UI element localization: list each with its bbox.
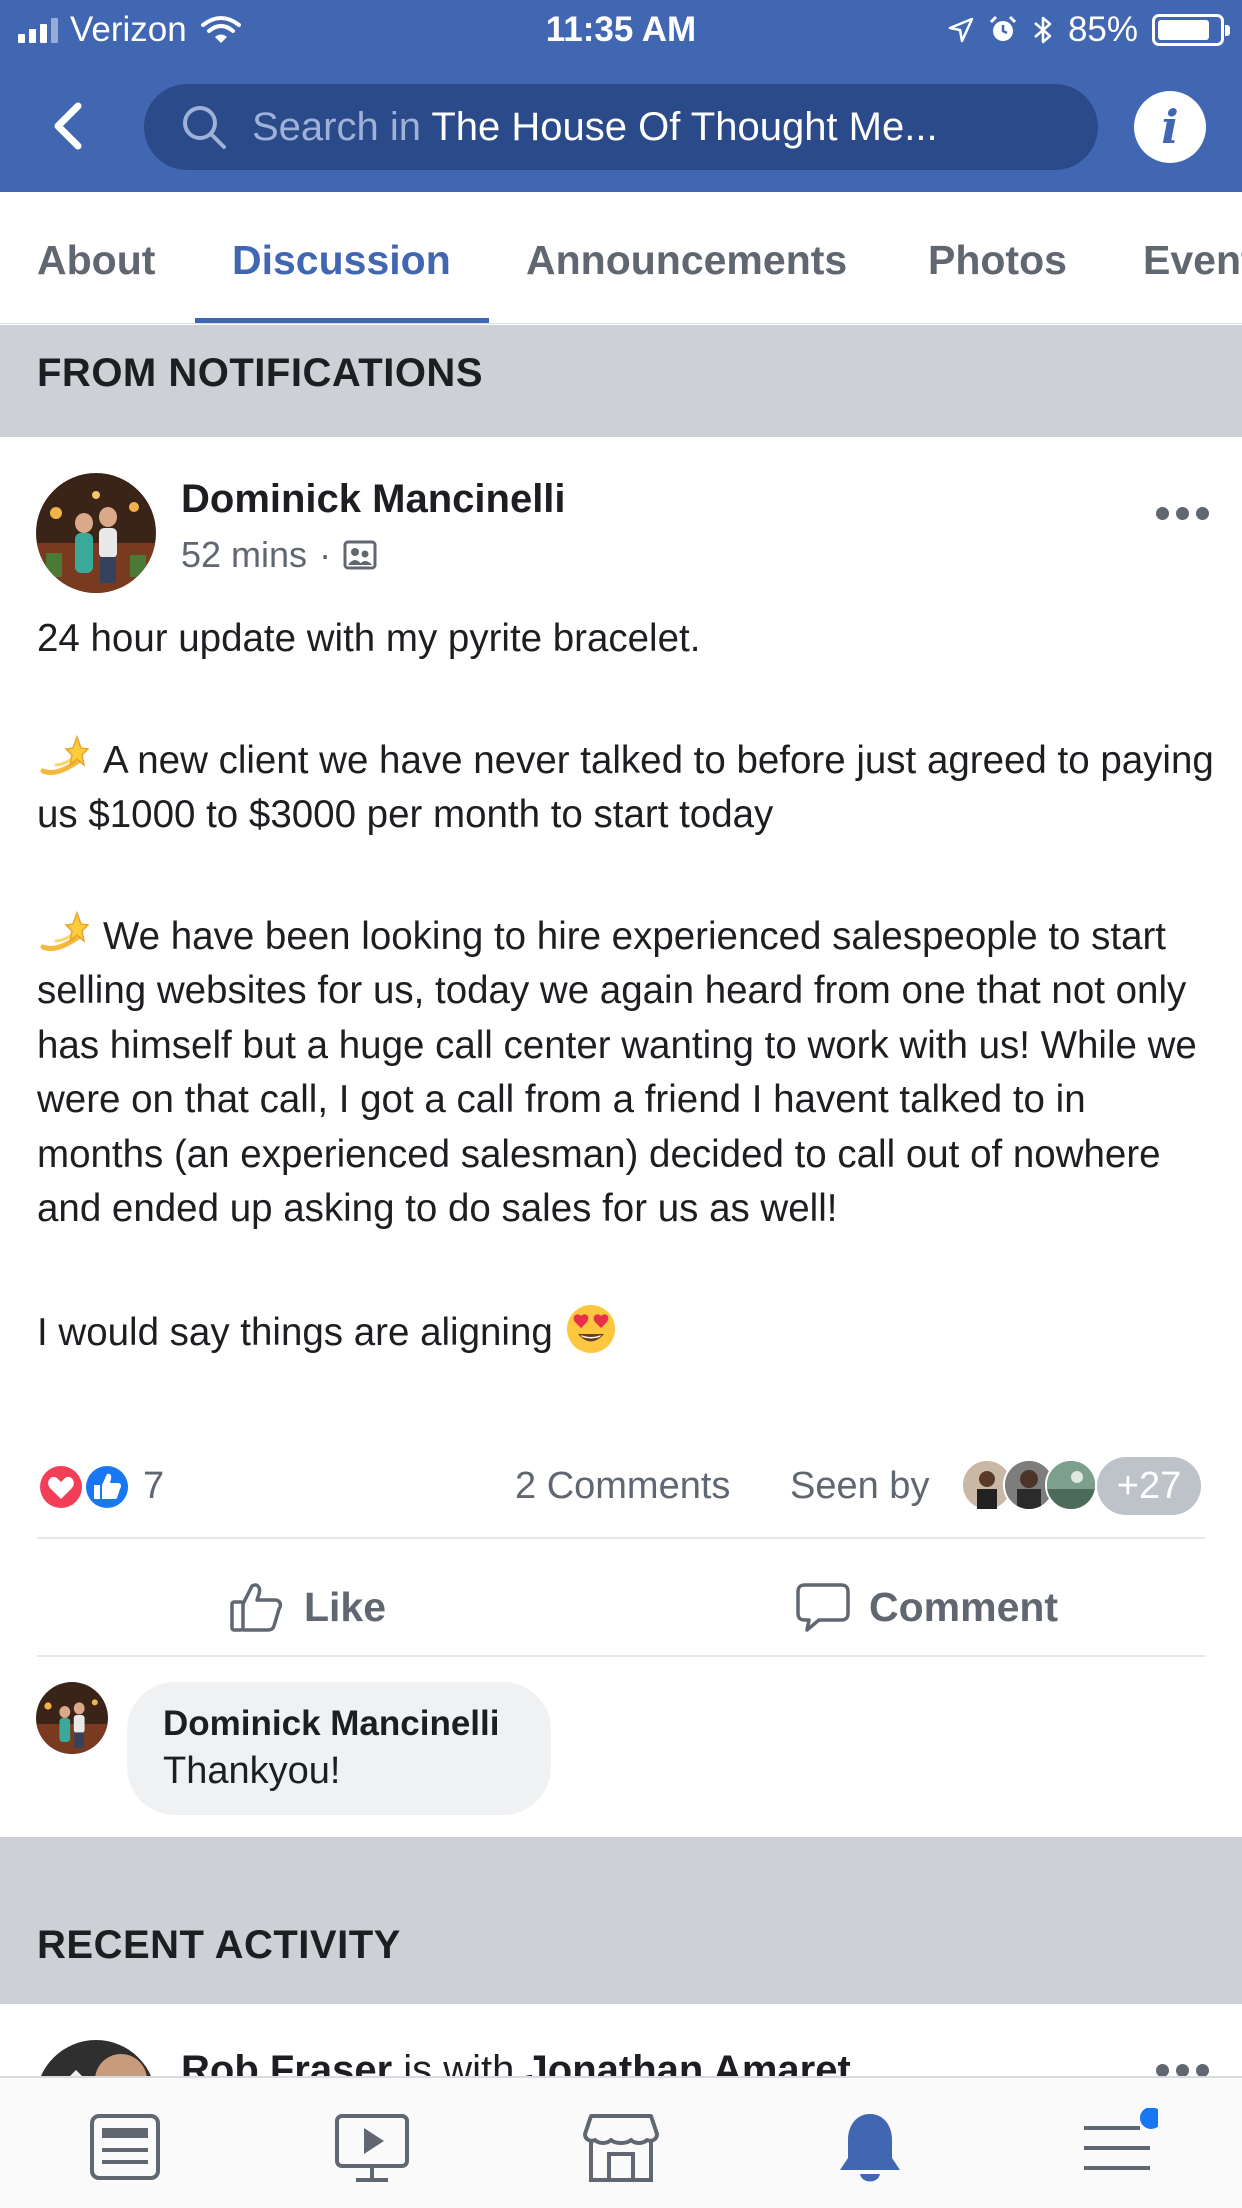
post-time[interactable]: 52 mins	[181, 534, 307, 576]
news-feed-icon	[90, 2114, 160, 2180]
from-notifications-header: FROM NOTIFICATIONS	[0, 325, 1242, 437]
comment-icon	[796, 1583, 850, 1632]
dizzy-star-emoji-icon	[40, 734, 89, 775]
info-button[interactable]: i	[1134, 91, 1206, 163]
avatar[interactable]	[36, 473, 156, 593]
heart-eyes-emoji-icon	[566, 1304, 615, 1353]
seen-by-label[interactable]: Seen by	[790, 1465, 929, 1508]
recent-author[interactable]: Rob Fraser	[181, 2048, 392, 2076]
tab-photos[interactable]: Photos	[928, 192, 1067, 323]
comment-button[interactable]: Comment	[795, 1567, 1058, 1647]
alarm-icon	[989, 15, 1016, 41]
divider	[37, 1655, 1205, 1657]
tab-announcements[interactable]: Announcements	[526, 192, 847, 323]
avatar[interactable]	[36, 2040, 156, 2076]
comment-bubble[interactable]: Dominick Mancinelli Thankyou!	[127, 1682, 551, 1815]
menu-icon	[1084, 2107, 1162, 2170]
search-icon	[183, 106, 226, 149]
bottom-nav	[0, 2076, 1242, 2208]
chevron-left-icon	[54, 102, 82, 150]
recent-post-header: Rob Fraser is with Jonathan Amaret	[181, 2048, 851, 2076]
recent-tagged[interactable]: Jonathan Amaret	[526, 2048, 851, 2076]
post-author[interactable]: Dominick Mancinelli	[181, 477, 566, 522]
nav-marketplace[interactable]	[581, 2108, 661, 2188]
section-title: FROM NOTIFICATIONS	[37, 351, 483, 395]
info-icon: i	[1161, 100, 1179, 154]
post-paragraph-3: We have been looking to hire experienced…	[37, 909, 1217, 1237]
comment-label: Comment	[869, 1583, 1059, 1630]
recent-with-text: is with	[392, 2048, 526, 2076]
post-card: Dominick Mancinelli 52 mins · 24 hour up…	[0, 437, 1242, 1837]
bluetooth-icon	[1034, 16, 1052, 44]
post-text: 24 hour update with my pyrite bracelet. …	[37, 612, 1217, 1360]
section-title: RECENT ACTIVITY	[37, 1923, 401, 1967]
comment-text: Thankyou!	[163, 1750, 341, 1792]
reaction-count[interactable]: 7	[143, 1465, 164, 1508]
post-paragraph-3-text: We have been looking to hire experienced…	[37, 914, 1197, 1231]
seen-by-avatar	[1045, 1459, 1097, 1511]
comments-count[interactable]: 2 Comments	[515, 1465, 730, 1508]
group-privacy-icon	[343, 540, 377, 570]
group-tabs: About Discussion Announcements Photos Ev…	[0, 192, 1242, 324]
love-reaction-icon	[37, 1463, 85, 1511]
post-meta: 52 mins ·	[181, 534, 377, 576]
battery-percent: 85%	[1067, 10, 1138, 49]
status-bar: Verizon 11:35 AM 85%	[0, 0, 1242, 62]
dizzy-star-emoji-icon	[40, 910, 89, 951]
seen-by-more-count[interactable]: +27	[1097, 1457, 1201, 1515]
active-tab-indicator	[195, 318, 489, 323]
more-options-icon[interactable]	[1156, 507, 1210, 523]
search-prefix: Search in	[252, 104, 432, 149]
battery-icon	[1152, 14, 1230, 46]
tab-events[interactable]: Event	[1143, 192, 1242, 323]
group-search-input[interactable]: Search in The House Of Thought Me...	[144, 84, 1098, 170]
tab-discussion[interactable]: Discussion	[232, 192, 451, 323]
search-group-name: The House Of Thought Me...	[431, 104, 938, 149]
meta-separator: ·	[319, 534, 332, 575]
like-reaction-icon	[83, 1463, 131, 1511]
location-arrow-icon	[948, 17, 974, 43]
top-bar: Verizon 11:35 AM 85% Search in The House…	[0, 0, 1242, 192]
nav-menu[interactable]	[1078, 2107, 1162, 2188]
divider	[37, 1537, 1205, 1539]
post-paragraph-4: I would say things are aligning	[37, 1303, 1217, 1361]
notifications-icon	[840, 2114, 900, 2182]
comment-author[interactable]: Dominick Mancinelli	[163, 1704, 551, 1744]
comment-avatar[interactable]	[36, 1682, 108, 1754]
author-photo	[36, 473, 156, 593]
nav-news-feed[interactable]	[86, 2108, 166, 2188]
marketplace-icon	[583, 2114, 659, 2182]
nav-watch[interactable]	[332, 2108, 412, 2188]
post-paragraph-4-text: I would say things are aligning	[37, 1310, 553, 1354]
search-placeholder: Search in The House Of Thought Me...	[252, 105, 938, 150]
back-button[interactable]	[40, 96, 100, 156]
recent-author-photo	[36, 2040, 156, 2076]
post-line-1: 24 hour update with my pyrite bracelet.	[37, 617, 701, 660]
thumbs-up-icon	[230, 1583, 283, 1632]
tab-about[interactable]: About	[37, 192, 155, 323]
recent-activity-header: RECENT ACTIVITY	[0, 1837, 1242, 2004]
more-options-icon[interactable]	[1156, 2064, 1210, 2076]
reactions-row: 7 2 Comments Seen by +27	[37, 1455, 1205, 1519]
like-button[interactable]: Like	[228, 1567, 386, 1647]
watch-icon	[335, 2114, 409, 2182]
commenter-photo	[36, 1682, 108, 1754]
battery-fill	[1158, 20, 1209, 40]
nav-notifications[interactable]	[830, 2108, 910, 2188]
recent-post-peek: Rob Fraser is with Jonathan Amaret	[0, 2004, 1242, 2076]
post-paragraph-2: A new client we have never talked to bef…	[37, 733, 1217, 843]
like-label: Like	[304, 1583, 387, 1630]
post-paragraph-2-text: A new client we have never talked to bef…	[37, 738, 1214, 837]
reaction-icons[interactable]	[37, 1459, 133, 1515]
